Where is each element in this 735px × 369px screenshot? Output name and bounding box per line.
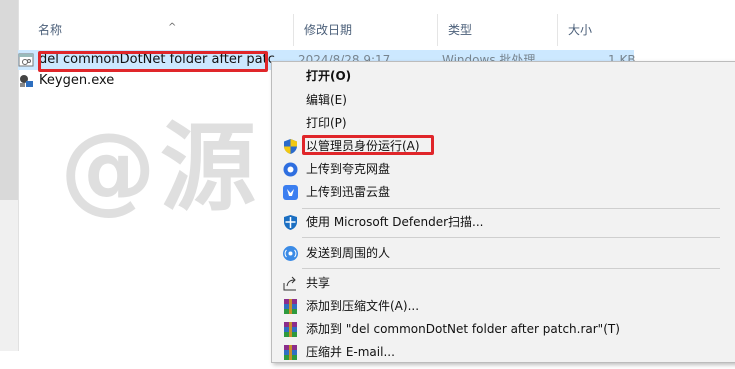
menu-label: 添加到 "del commonDotNet folder after patch… (306, 322, 620, 336)
menu-item-compress-email[interactable]: 压缩并 E-mail... (272, 341, 735, 364)
menu-label: 共享 (306, 276, 331, 290)
column-date-label: 修改日期 (304, 23, 353, 37)
column-name[interactable]: 名称 ^ (28, 14, 294, 46)
menu-item-send-nearby[interactable]: 发送到周围的人 (272, 242, 735, 265)
exe-file-icon (18, 73, 34, 89)
file-name: Keygen.exe (39, 73, 115, 88)
menu-label: 压缩并 E-mail... (306, 345, 395, 359)
menu-label: 上传到迅雷云盘 (306, 185, 391, 199)
menu-label: 发送到周围的人 (306, 246, 391, 260)
sort-arrow-icon: ^ (168, 22, 177, 33)
menu-label: 编辑(E) (306, 93, 347, 107)
menu-label: 使用 Microsoft Defender扫描... (306, 215, 484, 229)
column-date[interactable]: 修改日期 (294, 14, 438, 46)
quark-cloud-icon (282, 161, 299, 178)
menu-item-add-archive[interactable]: 添加到压缩文件(A)... (272, 295, 735, 318)
xunlei-cloud-icon (282, 184, 299, 201)
column-header: 名称 ^ 修改日期 类型 大小 (18, 14, 735, 46)
menu-item-upload-quark[interactable]: 上传到夸克网盘 (272, 158, 735, 181)
menu-item-print[interactable]: 打印(P) (272, 112, 735, 135)
winrar-icon (282, 321, 299, 338)
column-size[interactable]: 大小 (558, 14, 638, 46)
uac-shield-icon (282, 138, 299, 155)
column-type[interactable]: 类型 (438, 14, 558, 46)
highlight-box-file (38, 51, 268, 72)
file-row-keygen[interactable]: Keygen.exe (18, 71, 248, 91)
batch-file-icon (18, 52, 34, 68)
column-name-label: 名称 (38, 23, 63, 37)
winrar-icon (282, 298, 299, 315)
nearby-share-icon (282, 245, 299, 262)
column-type-label: 类型 (448, 23, 473, 37)
menu-item-share[interactable]: 共享 (272, 272, 735, 295)
menu-separator (302, 268, 720, 269)
menu-item-edit[interactable]: 编辑(E) (272, 89, 735, 112)
defender-shield-icon (282, 214, 299, 231)
menu-label: 打印(P) (306, 116, 347, 130)
menu-item-add-rar[interactable]: 添加到 "del commonDotNet folder after patch… (272, 318, 735, 341)
menu-item-open[interactable]: 打开(O) (272, 65, 735, 88)
highlight-box-run-as-admin (302, 135, 434, 155)
left-strip-shade (0, 0, 18, 200)
menu-item-defender[interactable]: 使用 Microsoft Defender扫描... (272, 211, 735, 234)
menu-label: 上传到夸克网盘 (306, 162, 391, 176)
menu-label: 添加到压缩文件(A)... (306, 299, 420, 313)
winrar-icon (282, 344, 299, 361)
left-scroll-strip (0, 0, 19, 351)
context-menu: 打开(O) 编辑(E) 打印(P) 以管理员身份运行(A) 上传到夸克网盘 上传… (271, 61, 735, 363)
menu-separator (302, 237, 720, 238)
share-icon (282, 275, 299, 292)
menu-label: 打开(O) (306, 69, 352, 83)
column-size-label: 大小 (568, 23, 593, 37)
menu-item-upload-xunlei[interactable]: 上传到迅雷云盘 (272, 181, 735, 204)
menu-separator (302, 208, 720, 209)
